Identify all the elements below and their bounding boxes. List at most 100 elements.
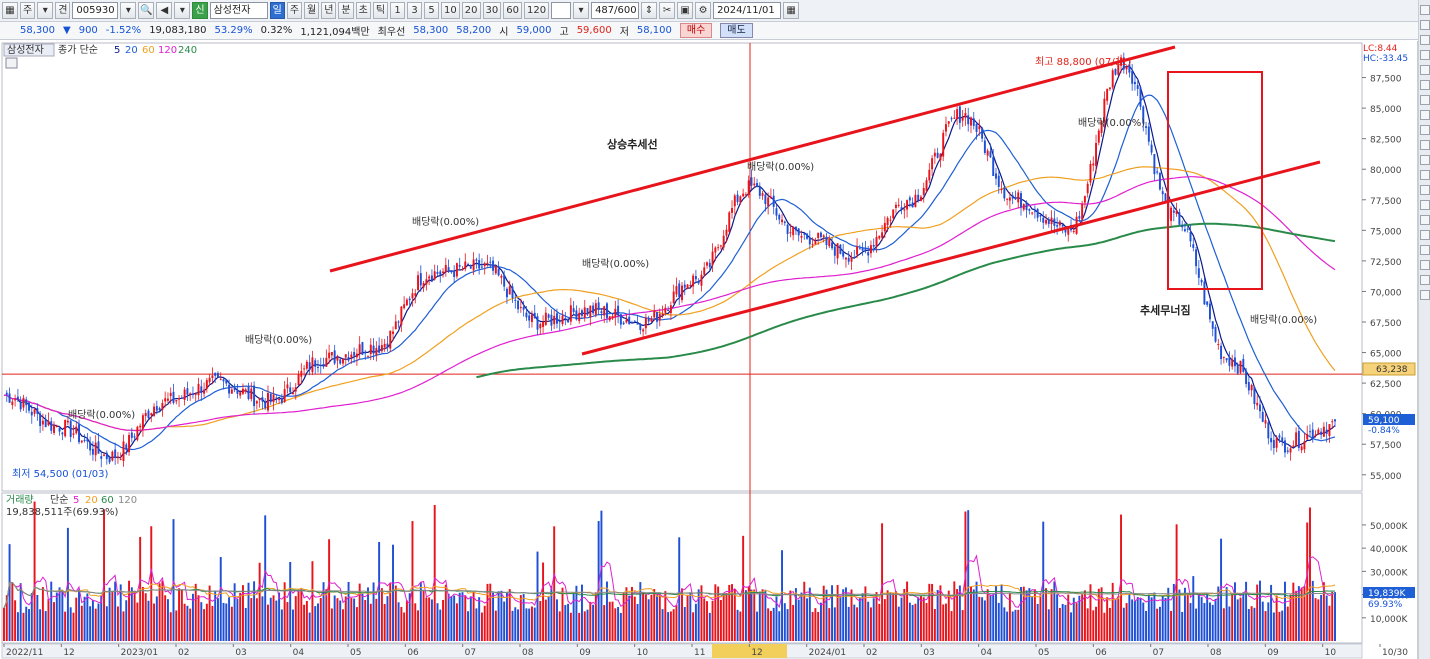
volume-bar bbox=[269, 597, 272, 641]
side-tool-icon[interactable] bbox=[1420, 245, 1430, 255]
date-tick-label: 04 bbox=[293, 648, 305, 658]
candle-body bbox=[603, 306, 606, 316]
interval-3[interactable]: 3 bbox=[407, 2, 423, 19]
volume-bar bbox=[355, 607, 358, 641]
linked-icon[interactable]: 신 bbox=[192, 2, 208, 19]
period-tab-month[interactable]: 월 bbox=[304, 2, 320, 19]
interval-20[interactable]: 20 bbox=[461, 2, 481, 19]
side-tool-icon[interactable] bbox=[1420, 5, 1430, 15]
period-tab-week[interactable]: 주 bbox=[286, 2, 303, 19]
side-tool-icon[interactable] bbox=[1420, 275, 1430, 285]
volume-bar bbox=[836, 584, 839, 641]
side-tool-icon[interactable] bbox=[1420, 65, 1430, 75]
lower-trend-line[interactable] bbox=[581, 160, 1321, 356]
code-prefix[interactable]: 견 bbox=[55, 2, 71, 19]
interval-1[interactable]: 1 bbox=[390, 2, 406, 19]
period-tab-minute[interactable]: 분 bbox=[338, 2, 354, 19]
volume-bar bbox=[614, 608, 617, 641]
volume-bar bbox=[778, 611, 781, 641]
volume-bar bbox=[222, 602, 225, 641]
settings-icon[interactable]: ⚙ bbox=[695, 2, 712, 19]
period-tab-day[interactable]: 일 bbox=[269, 2, 285, 19]
stock-code-input[interactable]: 005930 bbox=[72, 2, 119, 19]
nav-down-icon[interactable]: ▾ bbox=[174, 2, 191, 19]
candle-body bbox=[581, 310, 583, 316]
tools-icon[interactable]: ✂ bbox=[659, 2, 676, 19]
sell-button[interactable]: 매도 bbox=[720, 23, 753, 38]
panel-menu-icon[interactable] bbox=[5, 57, 18, 69]
interval-120[interactable]: 120 bbox=[523, 2, 550, 19]
volume-bar bbox=[1203, 602, 1206, 641]
chart-type-select[interactable]: 주 bbox=[20, 2, 36, 19]
volume-bar bbox=[1072, 597, 1075, 641]
period-tab-tick[interactable]: 틱 bbox=[372, 2, 389, 19]
side-tool-icon[interactable] bbox=[1420, 35, 1430, 45]
calendar-icon[interactable]: ▦ bbox=[783, 2, 800, 19]
side-tool-icon[interactable] bbox=[1420, 200, 1430, 210]
period-tab-second[interactable]: 초 bbox=[355, 2, 371, 19]
candle-body bbox=[69, 420, 72, 437]
count-field[interactable]: 487/600 bbox=[591, 2, 640, 19]
side-tool-icon[interactable] bbox=[1420, 215, 1430, 225]
candle-body bbox=[842, 252, 845, 257]
volume-bar bbox=[686, 594, 689, 641]
candle-body bbox=[472, 259, 475, 271]
side-tool-icon[interactable] bbox=[1420, 260, 1430, 270]
save-icon[interactable]: ▣ bbox=[677, 2, 694, 19]
volume-bar bbox=[689, 592, 692, 641]
candle-body bbox=[1172, 210, 1175, 213]
volume-bar bbox=[547, 596, 550, 641]
side-tool-icon[interactable] bbox=[1420, 50, 1430, 60]
price-tick-label: 85,000 bbox=[1370, 105, 1402, 115]
volume-bar bbox=[1103, 612, 1106, 641]
candle-body bbox=[144, 412, 147, 417]
volume-bar bbox=[522, 594, 525, 641]
volume-bar bbox=[1161, 596, 1164, 641]
candle-body bbox=[500, 275, 503, 278]
candle-body bbox=[908, 197, 911, 201]
side-tool-icon[interactable] bbox=[1420, 155, 1430, 165]
code-dropdown-icon[interactable]: ▾ bbox=[120, 2, 137, 19]
scroll-icon[interactable]: ⇕ bbox=[641, 2, 658, 19]
side-tool-icon[interactable] bbox=[1420, 140, 1430, 150]
side-tool-icon[interactable] bbox=[1420, 230, 1430, 240]
volume-bar bbox=[861, 593, 864, 641]
side-tool-icon[interactable] bbox=[1420, 125, 1430, 135]
interval-5[interactable]: 5 bbox=[424, 2, 440, 19]
search-icon[interactable]: 🔍 bbox=[138, 2, 155, 19]
volume-bar bbox=[364, 600, 367, 641]
period-tab-year[interactable]: 년 bbox=[321, 2, 337, 19]
interval-custom-input[interactable] bbox=[551, 2, 572, 19]
side-tool-icon[interactable] bbox=[1420, 170, 1430, 180]
volume-bar bbox=[644, 594, 647, 641]
side-tool-icon[interactable] bbox=[1420, 80, 1430, 90]
interval-dropdown-icon[interactable]: ▾ bbox=[573, 2, 590, 19]
chart-area[interactable]: 삼성전자 종가 단순 5 20 60 120 240 LC:8.44 HC:-3… bbox=[0, 41, 1418, 659]
side-tool-icon[interactable] bbox=[1420, 185, 1430, 195]
volume-bar bbox=[422, 590, 425, 641]
volume-bar bbox=[747, 586, 750, 641]
date-input[interactable]: 2024/11/01 bbox=[713, 2, 782, 19]
side-tool-icon[interactable] bbox=[1420, 290, 1430, 300]
interval-60[interactable]: 60 bbox=[503, 2, 522, 19]
candle-body bbox=[61, 432, 64, 435]
interval-30[interactable]: 30 bbox=[482, 2, 502, 19]
candle-body bbox=[311, 357, 314, 373]
candle-body bbox=[1147, 126, 1150, 142]
volume-bar bbox=[244, 607, 247, 641]
buy-button[interactable]: 매수 bbox=[679, 23, 713, 38]
candle-body bbox=[358, 344, 361, 355]
grid-icon[interactable]: ▦ bbox=[2, 2, 18, 19]
stock-chart[interactable]: 삼성전자 종가 단순 5 20 60 120 240 LC:8.44 HC:-3… bbox=[0, 41, 1418, 659]
dropdown-icon[interactable]: ▾ bbox=[37, 2, 54, 19]
side-tool-icon[interactable] bbox=[1420, 110, 1430, 120]
interval-10[interactable]: 10 bbox=[441, 2, 460, 19]
side-tool-icon[interactable] bbox=[1420, 20, 1430, 30]
stock-name-field[interactable]: 삼성전자 bbox=[209, 2, 268, 19]
side-tool-icon[interactable] bbox=[1420, 95, 1430, 105]
speaker-icon[interactable]: ◀ bbox=[156, 2, 173, 19]
candle-body bbox=[175, 400, 178, 402]
candle-body bbox=[547, 314, 550, 318]
candle-body bbox=[355, 353, 358, 358]
upper-trend-line[interactable] bbox=[329, 45, 1176, 273]
